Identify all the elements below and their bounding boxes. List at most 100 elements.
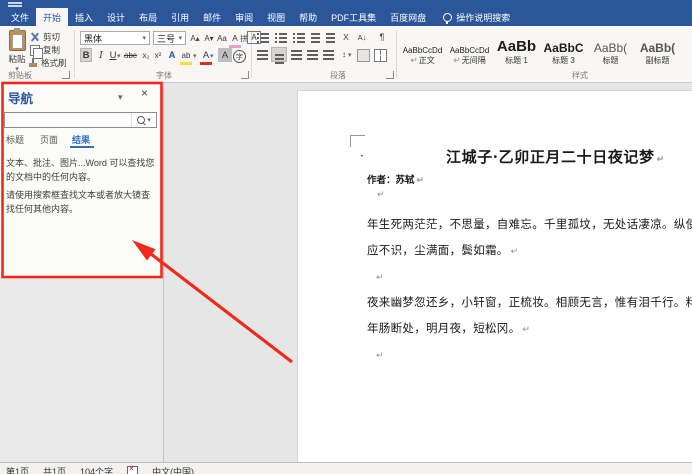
clipboard-dialog-launcher[interactable]	[62, 71, 70, 79]
multilevel-list-button[interactable]	[293, 33, 305, 35]
strikethrough-button[interactable]: abc	[124, 48, 137, 62]
chevron-down-icon: ▾	[142, 35, 146, 42]
status-total-pages[interactable]: 共1页	[43, 465, 66, 474]
tab-pdf-tools[interactable]: PDF工具集	[324, 8, 383, 26]
justify-button[interactable]	[307, 50, 318, 52]
tell-me-label: 操作说明搜索	[456, 12, 511, 23]
style-preview: AaBb(	[639, 41, 676, 55]
tab-layout[interactable]: 布局	[132, 8, 164, 26]
change-case-button[interactable]: Aa	[216, 31, 228, 45]
italic-button[interactable]: I	[95, 48, 107, 62]
line-text: 应不识，尘满面，鬓如霜。	[367, 243, 509, 257]
tab-mailings[interactable]: 邮件	[196, 8, 228, 26]
character-shading-button[interactable]: A	[218, 48, 232, 62]
paragraph-dialog-launcher[interactable]	[386, 71, 394, 79]
show-marks-button[interactable]: ¶	[376, 30, 388, 44]
shading-button[interactable]	[357, 49, 370, 62]
search-input[interactable]	[5, 113, 131, 127]
chevron-down-icon: ▾	[178, 35, 182, 42]
bullets-button[interactable]	[257, 33, 269, 35]
nav-tab-results[interactable]: 结果	[72, 133, 90, 146]
body-line[interactable]: ↵	[367, 341, 692, 367]
tab-help[interactable]: 帮助	[292, 8, 324, 26]
style-name-text: 正文	[418, 56, 435, 65]
tab-design[interactable]: 设计	[100, 8, 132, 26]
paste-button[interactable]: 粘贴 ▾	[4, 28, 30, 74]
decrease-indent-button[interactable]	[311, 33, 320, 35]
pane-options-chevron[interactable]: ▾	[118, 92, 123, 103]
borders-button[interactable]	[374, 49, 387, 62]
style-name: ↵无间隔	[453, 55, 486, 66]
style-title[interactable]: AaBb( 标题	[588, 30, 633, 66]
proofing-errors-icon[interactable]	[127, 464, 139, 474]
align-left-button[interactable]	[257, 50, 268, 52]
style-no-spacing[interactable]: AaBbCcDd ↵无间隔	[447, 30, 492, 66]
align-center-button[interactable]	[271, 47, 287, 62]
chevron-down-icon: ▾	[147, 117, 151, 124]
style-name-text: 无间隔	[461, 56, 486, 65]
body-line[interactable]: 年肠断处，明月夜，短松冈。 ↵	[367, 315, 692, 341]
style-heading3[interactable]: AaBbC 标题 3	[541, 30, 586, 66]
line-text: 夜来幽梦忽还乡，小轩窗，正梳妆。相顾无言，惟有泪千行。料得年	[367, 295, 692, 309]
quick-access-toolbar[interactable]	[8, 2, 24, 7]
font-size-combo[interactable]: 三号 ▾	[153, 31, 186, 45]
document-page[interactable]: · 江城子·乙卯正月二十日夜记梦 ↵ 作者：苏轼 ↵ ↵ 年生死两茫茫，不思量，自难…	[297, 90, 692, 463]
search-button[interactable]: ▾	[131, 113, 156, 127]
shrink-font-button[interactable]: A▾	[203, 31, 215, 45]
bold-button[interactable]: B	[80, 48, 92, 62]
tab-file[interactable]: 文件	[4, 8, 36, 26]
sort-button[interactable]: A↓	[356, 30, 368, 44]
style-subtitle[interactable]: AaBb( 副标题	[635, 30, 680, 66]
document-title[interactable]: 江城子·乙卯正月二十日夜记梦 ↵	[446, 146, 665, 167]
number-list-lines	[279, 33, 287, 35]
style-normal[interactable]: AaBbCcDd ↵正文	[400, 30, 445, 66]
font-group-label: 字体	[156, 71, 172, 80]
document-body: 年生死两茫茫，不思量，自难忘。千里孤坟，无处话凄凉。纵使相逢 应不识，尘满面，鬓…	[367, 211, 692, 367]
style-name: 标题 1	[505, 56, 528, 65]
asian-layout-button[interactable]: X	[340, 30, 352, 44]
cut-button[interactable]: 剪切	[30, 31, 60, 43]
format-painter-button[interactable]: 格式刷	[28, 57, 67, 69]
superscript-button[interactable]: x²	[152, 48, 164, 62]
body-line[interactable]: 夜来幽梦忽还乡，小轩窗，正梳妆。相顾无言，惟有泪千行。料得年	[367, 289, 692, 315]
align-right-button[interactable]	[291, 50, 302, 52]
tab-insert[interactable]: 插入	[68, 8, 100, 26]
nav-description-2: 请使用搜索框查找文本或者放大镜查找任何其他内容。	[6, 190, 151, 214]
body-line[interactable]: ↵	[367, 263, 692, 289]
distribute-button[interactable]	[323, 50, 334, 52]
document-author[interactable]: 作者：苏轼 ↵	[367, 172, 424, 186]
nav-tab-headings[interactable]: 标题	[6, 133, 24, 146]
style-prefix: ↵	[453, 56, 461, 66]
copy-button[interactable]: 复制	[30, 44, 60, 59]
font-name-combo[interactable]: 黑体 ▾	[80, 31, 150, 45]
nav-tab-pages[interactable]: 页面	[40, 133, 58, 146]
navigation-title: 导航	[8, 92, 34, 106]
body-line[interactable]: 年生死两茫茫，不思量，自难忘。千里孤坟，无处话凄凉。纵使相逢	[367, 211, 692, 237]
increase-indent-button[interactable]	[326, 33, 335, 35]
status-language[interactable]: 中文(中国)	[152, 465, 194, 474]
grow-font-button[interactable]: A▴	[189, 31, 201, 45]
subscript-button[interactable]: x₂	[140, 48, 152, 62]
title-bar: 文件 开始 插入 设计 布局 引用 邮件 审阅 视图 帮助 PDF工具集 百度网…	[0, 0, 692, 26]
close-icon[interactable]: ×	[141, 86, 148, 100]
text-effects-button[interactable]: A	[166, 48, 178, 62]
status-page-number[interactable]: 第1页	[6, 465, 29, 474]
pane-divider[interactable]	[163, 82, 164, 462]
numbering-button[interactable]	[275, 33, 287, 35]
tab-references[interactable]: 引用	[164, 8, 196, 26]
tab-view[interactable]: 视图	[260, 8, 292, 26]
pilcrow-mark: ↵	[416, 176, 425, 186]
style-preview: AaBb	[496, 38, 537, 55]
tell-me-search[interactable]: 操作说明搜索	[443, 8, 510, 26]
tab-review[interactable]: 审阅	[228, 8, 260, 26]
body-line[interactable]: 应不识，尘满面，鬓如霜。 ↵	[367, 237, 692, 263]
style-heading1[interactable]: AaBb 标题 1	[494, 30, 539, 66]
text-highlight-button[interactable]: ab	[180, 48, 192, 65]
tab-home[interactable]: 开始	[36, 8, 69, 26]
font-dialog-launcher[interactable]	[241, 71, 249, 79]
tab-baidu-netdisk[interactable]: 百度网盘	[383, 8, 433, 26]
enclose-character-button[interactable]: 字	[233, 50, 246, 63]
status-word-count[interactable]: 104个字	[80, 465, 113, 474]
pilcrow-mark: ↵	[656, 155, 665, 165]
align-center-icon	[274, 53, 284, 56]
